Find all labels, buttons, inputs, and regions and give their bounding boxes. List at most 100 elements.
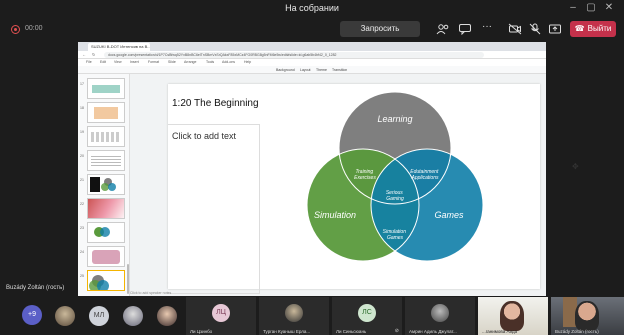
participant-video-person bbox=[575, 301, 599, 331]
more-participants-badge[interactable]: +9 bbox=[22, 305, 42, 325]
close-icon[interactable]: ✕ bbox=[602, 2, 616, 14]
venn-overlap-edutainment: Edutainment Applications bbox=[410, 169, 439, 181]
venn-overlap-line: Applications bbox=[411, 175, 439, 181]
leave-button[interactable]: ☎ Выйти bbox=[570, 21, 616, 37]
chat-icon[interactable] bbox=[458, 23, 472, 35]
participant-avatar-photo bbox=[431, 304, 449, 322]
venn-label-learning: Learning bbox=[377, 114, 412, 124]
menu-help[interactable]: Help bbox=[244, 60, 251, 64]
slides-menu-bar: File Edit View Insert Format Slide Arran… bbox=[78, 59, 546, 66]
menu-view[interactable]: View bbox=[114, 60, 122, 64]
slide-title[interactable]: 1:20 The Beginning bbox=[172, 98, 259, 109]
speaker-notes-placeholder[interactable]: Click to add speaker notes bbox=[130, 291, 280, 296]
participant-tile[interactable]: ЛЦ Ли Цзинбо bbox=[186, 297, 256, 335]
more-options-icon[interactable]: ··· bbox=[480, 22, 494, 35]
slide-thumbnail[interactable] bbox=[87, 150, 125, 171]
participant-avatar-initials: ЛЦ bbox=[212, 304, 230, 322]
slide-thumbnail[interactable] bbox=[87, 102, 125, 123]
participant-avatar-photo bbox=[55, 306, 75, 326]
slide-thumbnail[interactable] bbox=[87, 246, 125, 267]
participant-avatar-photo bbox=[157, 306, 177, 326]
participant-avatar-initials: МЛ bbox=[89, 306, 109, 326]
participant-tile[interactable]: МЛ bbox=[86, 297, 112, 335]
thumb-graphic bbox=[94, 107, 118, 119]
phone-icon: ☎ bbox=[574, 24, 585, 33]
share-screen-icon[interactable] bbox=[548, 23, 562, 35]
participant-name: Ли Синьсюань bbox=[336, 329, 367, 334]
participant-name: Ли Цзинбо bbox=[190, 329, 213, 334]
menu-addons[interactable]: Add-ons bbox=[222, 60, 235, 64]
menu-file[interactable]: File bbox=[86, 60, 92, 64]
thumb-graphic bbox=[88, 199, 124, 218]
back-icon[interactable]: ← bbox=[82, 52, 86, 57]
slide-thumbnail-selected[interactable] bbox=[87, 270, 125, 291]
slide-body-placeholder[interactable]: Click to add text bbox=[168, 124, 260, 294]
layout-button[interactable]: Layout bbox=[300, 68, 311, 72]
meeting-title: На собрании bbox=[285, 3, 339, 13]
slides-toolbar: Background Layout Theme Transition bbox=[78, 66, 546, 74]
participant-tile[interactable]: Амрин Адиль Джулат... bbox=[405, 297, 475, 335]
reload-icon[interactable]: ↻ bbox=[92, 52, 95, 57]
participants-icon[interactable] bbox=[436, 23, 450, 35]
thumb-graphic bbox=[91, 156, 121, 166]
theme-button[interactable]: Theme bbox=[316, 68, 327, 72]
venn-circle-games bbox=[371, 149, 483, 261]
recording-icon bbox=[11, 25, 20, 34]
participant-name: Амрин Адиль Джулат... bbox=[409, 329, 457, 334]
minimize-icon[interactable]: – bbox=[566, 2, 580, 14]
thumb-graphic bbox=[92, 85, 120, 93]
menu-format[interactable]: Format bbox=[148, 60, 159, 64]
slide-canvas[interactable]: 1:20 The Beginning Click to add text Lea… bbox=[168, 84, 579, 294]
participant-video-tile[interactable]: ...ганимова Аида bbox=[478, 297, 548, 335]
slide-canvas-area: 1:20 The Beginning Click to add text Lea… bbox=[130, 74, 579, 296]
venn-label-simulation: Simulation bbox=[314, 210, 356, 220]
participant-tile[interactable]: ЛС Ли Синьсюань ⊘ bbox=[332, 297, 402, 335]
venn-diagram: Learning Simulation Games Training Exerc… bbox=[306, 91, 484, 262]
participant-video-person bbox=[500, 301, 524, 331]
menu-slide[interactable]: Slide bbox=[168, 60, 176, 64]
participant-name: ...ганимова Аида bbox=[482, 329, 518, 334]
participant-avatar-photo bbox=[123, 306, 143, 326]
participant-tile[interactable] bbox=[154, 297, 180, 335]
venn-overlap-line: Exercises bbox=[354, 175, 376, 181]
slide-thumbnail[interactable] bbox=[87, 174, 125, 195]
slide-thumbnail[interactable] bbox=[87, 198, 125, 219]
participant-video-tile[interactable]: Buzády Zoltán (гость) bbox=[551, 297, 624, 335]
thumb-graphic bbox=[90, 177, 100, 192]
filmstrip-scrollbar[interactable] bbox=[127, 264, 129, 294]
menu-edit[interactable]: Edit bbox=[100, 60, 106, 64]
slide-number: 22 bbox=[80, 202, 84, 206]
venn-overlap-line: Games bbox=[387, 235, 404, 241]
slide-filmstrip: 17 18 19 20 21 22 23 24 25 bbox=[78, 74, 130, 296]
slide-number: 24 bbox=[80, 250, 84, 254]
slide-thumbnail[interactable] bbox=[87, 126, 125, 147]
camera-off-icon[interactable] bbox=[508, 23, 522, 35]
thumb-graphic bbox=[91, 132, 121, 142]
participant-name: Турган Куаныш Ерла... bbox=[263, 329, 311, 334]
background-button[interactable]: Background bbox=[276, 68, 295, 72]
transition-button[interactable]: Transition bbox=[332, 68, 347, 72]
leave-label: Выйти bbox=[587, 24, 612, 33]
thumb-graphic bbox=[92, 250, 120, 264]
recording-timer: 00:00 bbox=[25, 25, 43, 32]
participant-tile[interactable] bbox=[52, 297, 78, 335]
url-field[interactable]: docs.google.com/presentation/d/1P7CsBfwq… bbox=[104, 52, 484, 58]
slide-thumbnail[interactable] bbox=[87, 78, 125, 99]
participant-tile[interactable]: Турган Куаныш Ерла... bbox=[259, 297, 329, 335]
slide-thumbnail[interactable] bbox=[87, 222, 125, 243]
participant-tile[interactable] bbox=[120, 297, 146, 335]
shared-screen: SUZUKI B-DOT Интенсив на B... ← ↻ docs.g… bbox=[78, 42, 579, 296]
browser-tab[interactable]: SUZUKI B-DOT Интенсив на B... bbox=[88, 43, 150, 51]
thumb-graphic bbox=[97, 280, 109, 290]
menu-tools[interactable]: Tools bbox=[206, 60, 214, 64]
participant-avatar-photo bbox=[285, 304, 303, 322]
slide-number: 23 bbox=[80, 226, 84, 230]
request-control-button[interactable]: Запросить управление bbox=[340, 21, 420, 49]
mic-off-icon[interactable] bbox=[528, 23, 542, 35]
slide-number: 19 bbox=[80, 130, 84, 134]
maximize-icon[interactable]: ▢ bbox=[584, 2, 598, 14]
menu-insert[interactable]: Insert bbox=[130, 60, 139, 64]
browser-tab-strip: SUZUKI B-DOT Интенсив на B... bbox=[78, 42, 546, 51]
menu-arrange[interactable]: Arrange bbox=[184, 60, 196, 64]
thumb-graphic bbox=[100, 227, 110, 237]
